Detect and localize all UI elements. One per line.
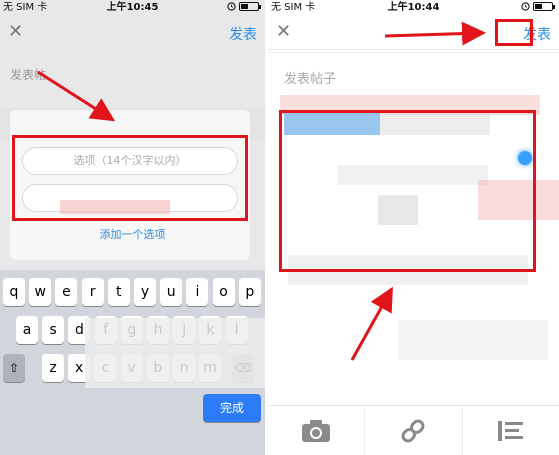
title-placeholder[interactable]: 发表帖子 <box>284 68 336 87</box>
separator <box>268 52 559 53</box>
key-q[interactable]: q <box>3 278 25 306</box>
key-e[interactable]: e <box>55 278 78 306</box>
post-label: 发表帖 <box>10 68 47 82</box>
battery-icon <box>533 2 555 11</box>
blur-patch <box>398 320 548 360</box>
highlight-box-right <box>279 110 536 272</box>
key-t[interactable]: t <box>107 278 130 306</box>
camera-icon <box>302 419 331 442</box>
shift-key[interactable]: ⇧ <box>3 354 25 382</box>
publish-button[interactable]: 发表 <box>229 24 257 44</box>
status-icons <box>227 2 261 11</box>
nav-bar: ✕ 发表 <box>0 16 265 50</box>
key-z[interactable]: z <box>42 354 64 382</box>
key-r[interactable]: r <box>81 278 104 306</box>
key-y[interactable]: y <box>134 278 156 306</box>
highlight-box-publish <box>495 19 533 46</box>
key-a[interactable]: a <box>16 316 38 344</box>
left-screenshot: 无 SIM 卡 上午10:45 ✕ 发表 发表帖 选项（14个汉字以内） 添加一… <box>0 0 265 455</box>
battery-icon <box>239 2 261 11</box>
camera-button[interactable] <box>268 406 366 455</box>
key-o[interactable]: o <box>212 278 235 306</box>
close-icon[interactable]: ✕ <box>276 22 291 42</box>
bottom-toolbar <box>268 405 559 455</box>
add-option-link[interactable]: 添加一个选项 <box>0 226 265 242</box>
key-w[interactable]: w <box>29 278 52 306</box>
status-icons <box>521 2 555 11</box>
format-icon <box>497 420 523 441</box>
done-key[interactable]: 完成 <box>203 394 261 422</box>
alarm-icon <box>227 2 236 11</box>
format-button[interactable] <box>463 406 559 455</box>
highlight-box-left <box>12 135 248 221</box>
blur-patch <box>85 318 265 388</box>
key-u[interactable]: u <box>160 278 183 306</box>
key-p[interactable]: p <box>238 278 261 306</box>
alarm-icon <box>521 2 530 11</box>
status-bar: 无 SIM 卡 上午10:45 <box>0 0 265 16</box>
key-i[interactable]: i <box>186 278 209 306</box>
status-bar: 无 SIM 卡 上午10:44 <box>268 0 559 16</box>
link-button[interactable] <box>365 406 463 455</box>
key-s[interactable]: s <box>42 316 65 344</box>
status-time: 上午10:45 <box>106 2 159 13</box>
link-icon <box>402 419 425 442</box>
status-time: 上午10:44 <box>387 2 440 13</box>
close-icon[interactable]: ✕ <box>8 22 23 42</box>
